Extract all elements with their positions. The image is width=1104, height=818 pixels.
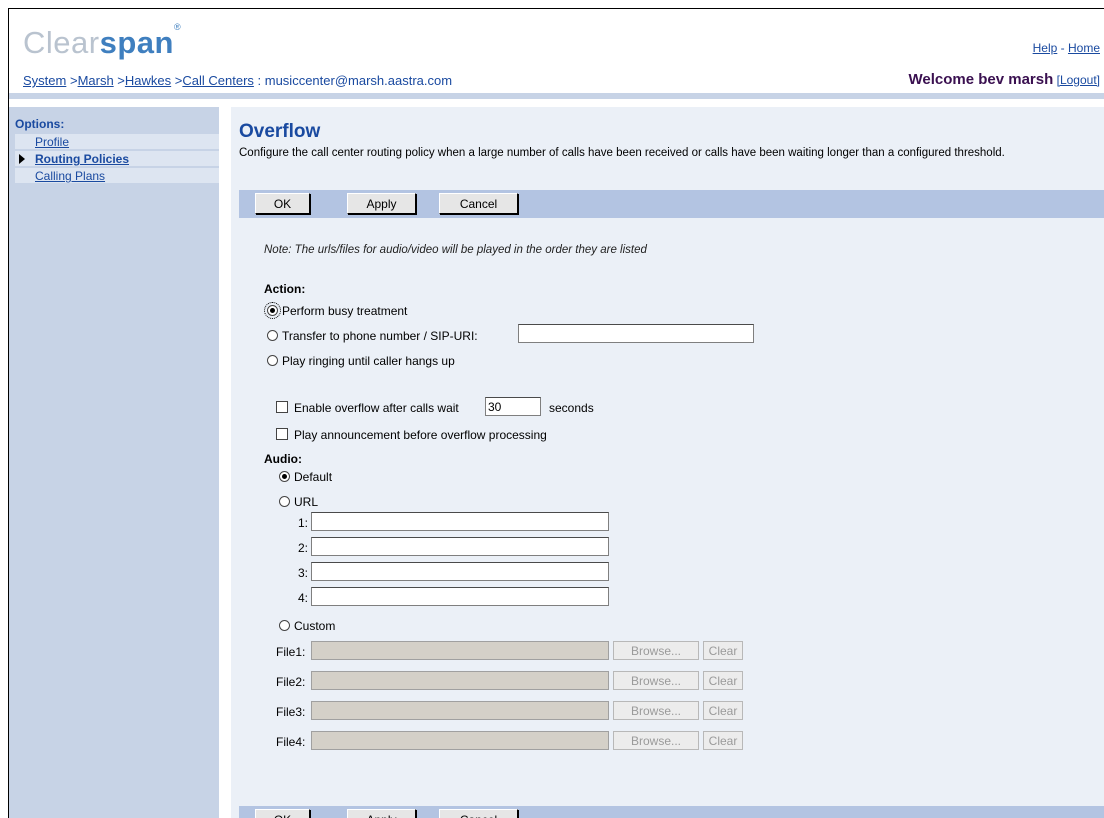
apply-button[interactable]: Apply — [347, 193, 416, 214]
file-4-label: File4: — [276, 735, 306, 749]
audio-default-label: Default — [294, 470, 333, 484]
file-2-label: File2: — [276, 675, 306, 689]
page-frame: Clearspan® Help - Home System >Marsh >Ha… — [8, 8, 1104, 818]
ok-button[interactable]: OK — [255, 809, 310, 818]
page-title: Overflow — [239, 121, 321, 142]
url-2-input[interactable] — [311, 537, 609, 556]
transfer-label: Transfer to phone number / SIP-URI: — [282, 329, 478, 343]
welcome-area: Welcome bev marsh [Logout] — [908, 71, 1100, 88]
sidebar: Options: Profile Routing Policies Callin… — [9, 107, 219, 818]
top-button-bar: OK Apply Cancel — [239, 190, 1104, 218]
sidebar-item-label[interactable]: Routing Policies — [35, 152, 129, 166]
url-1-label: 1: — [298, 516, 309, 530]
radio-audio-custom[interactable] — [279, 620, 290, 631]
welcome-text: Welcome bev marsh — [908, 71, 1054, 88]
help-link[interactable]: Help — [1033, 41, 1058, 55]
sidebar-item-profile[interactable]: Profile — [15, 134, 219, 150]
breadcrumb-call-centers[interactable]: Call Centers — [182, 73, 254, 88]
radio-perform-busy[interactable] — [264, 302, 281, 319]
file-4-clear-button[interactable]: Clear — [703, 731, 743, 750]
form-content: Note: The urls/files for audio/video wil… — [239, 226, 1104, 806]
logo-text-span: span — [99, 25, 174, 60]
file-1-browse-button[interactable]: Browse... — [613, 641, 699, 660]
top-link-separator: - — [1057, 41, 1068, 55]
audio-url-label: URL — [294, 495, 319, 509]
transfer-number-input[interactable] — [518, 324, 754, 343]
sidebar-item-calling-plans[interactable]: Calling Plans — [15, 168, 219, 184]
breadcrumb-separator: > — [113, 73, 125, 88]
logo-registered-mark: ® — [173, 21, 182, 32]
url-4-input[interactable] — [311, 587, 609, 606]
file-1-label: File1: — [276, 645, 306, 659]
radio-audio-url[interactable] — [279, 496, 290, 507]
bottom-button-bar: OK Apply Cancel — [239, 806, 1104, 818]
audio-order-note: Note: The urls/files for audio/video wil… — [264, 244, 647, 256]
file-3-clear-button[interactable]: Clear — [703, 701, 743, 720]
logo-text-clear: Clear — [23, 25, 100, 60]
url-3-label: 3: — [298, 566, 309, 580]
url-3-input[interactable] — [311, 562, 609, 581]
cancel-button[interactable]: Cancel — [439, 193, 518, 214]
main-panel: Overflow Configure the call center routi… — [231, 107, 1104, 818]
url-4-label: 4: — [298, 591, 309, 605]
file-3-browse-button[interactable]: Browse... — [613, 701, 699, 720]
top-links: Help - Home — [1033, 41, 1100, 55]
perform-busy-label: Perform busy treatment — [282, 304, 408, 318]
play-announcement-checkbox[interactable] — [276, 428, 288, 440]
breadcrumb-current: : musiccenter@marsh.aastra.com — [253, 73, 453, 88]
radio-audio-default[interactable] — [279, 471, 290, 482]
file-2-input[interactable] — [311, 671, 609, 690]
breadcrumb-marsh[interactable]: Marsh — [78, 73, 114, 88]
seconds-label: seconds — [549, 401, 594, 415]
enable-overflow-label: Enable overflow after calls wait — [294, 401, 459, 415]
file-1-clear-button[interactable]: Clear — [703, 641, 743, 660]
enable-overflow-checkbox[interactable] — [276, 401, 288, 413]
radio-play-ringing[interactable] — [267, 355, 278, 366]
breadcrumb: System >Marsh >Hawkes >Call Centers : mu… — [23, 73, 452, 88]
apply-button[interactable]: Apply — [347, 809, 416, 818]
sidebar-item-routing-policies[interactable]: Routing Policies — [15, 151, 219, 167]
ok-button[interactable]: OK — [255, 193, 310, 214]
file-3-label: File3: — [276, 705, 306, 719]
file-3-input[interactable] — [311, 701, 609, 720]
sidebar-title: Options: — [15, 117, 65, 131]
url-2-label: 2: — [298, 541, 309, 555]
breadcrumb-separator: > — [66, 73, 78, 88]
breadcrumb-hawkes[interactable]: Hawkes — [125, 73, 171, 88]
cancel-button[interactable]: Cancel — [439, 809, 518, 818]
url-1-input[interactable] — [311, 512, 609, 531]
breadcrumb-system[interactable]: System — [23, 73, 66, 88]
sidebar-item-label[interactable]: Calling Plans — [35, 169, 105, 183]
clearspan-logo: Clearspan® — [23, 21, 182, 61]
logout-link[interactable]: [Logout] — [1057, 73, 1100, 87]
audio-custom-label: Custom — [294, 619, 336, 633]
play-ringing-label: Play ringing until caller hangs up — [282, 354, 455, 368]
current-arrow-icon — [19, 154, 25, 164]
action-label: Action: — [264, 282, 306, 296]
home-link[interactable]: Home — [1068, 41, 1100, 55]
sidebar-item-label[interactable]: Profile — [35, 135, 69, 149]
wait-seconds-input[interactable] — [485, 397, 541, 416]
audio-label: Audio: — [264, 452, 302, 466]
radio-transfer[interactable] — [267, 330, 278, 341]
page-description: Configure the call center routing policy… — [239, 147, 1005, 159]
file-4-browse-button[interactable]: Browse... — [613, 731, 699, 750]
file-2-clear-button[interactable]: Clear — [703, 671, 743, 690]
breadcrumb-separator: > — [171, 73, 183, 88]
file-4-input[interactable] — [311, 731, 609, 750]
header-divider — [9, 93, 1104, 99]
file-1-input[interactable] — [311, 641, 609, 660]
file-2-browse-button[interactable]: Browse... — [613, 671, 699, 690]
play-announcement-label: Play announcement before overflow proces… — [294, 428, 547, 442]
